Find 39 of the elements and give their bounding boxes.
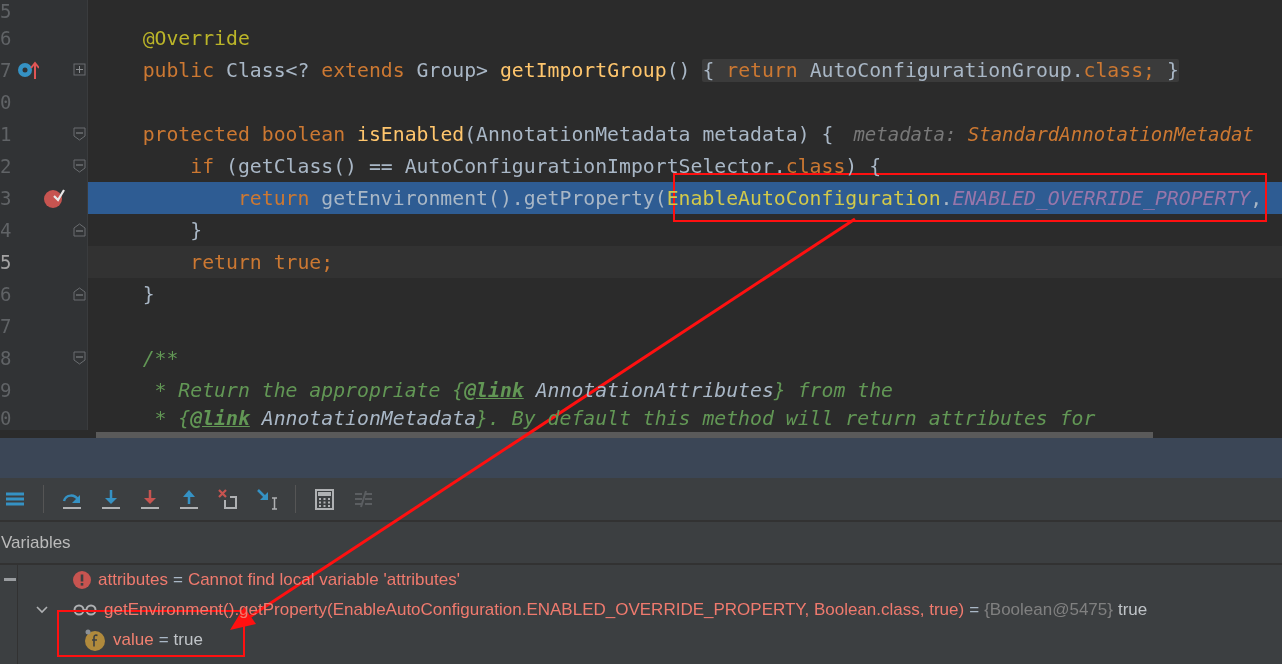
line-number: 5 — [0, 250, 13, 275]
fold-marker-icon[interactable] — [73, 223, 87, 237]
variable-name: value — [113, 630, 154, 650]
step-out-icon[interactable] — [178, 488, 200, 510]
error-icon — [73, 571, 91, 589]
equals-sign: = — [172, 570, 183, 590]
fold-marker-icon[interactable] — [73, 63, 87, 77]
fold-marker-icon[interactable] — [73, 159, 87, 173]
fold-marker-icon[interactable] — [73, 351, 87, 365]
code-text: public Class<? extends Group> getImportGroup() — [141, 58, 692, 82]
equals-sign: = — [158, 630, 169, 650]
fold-marker-icon[interactable] — [73, 127, 87, 141]
run-to-cursor-icon[interactable] — [256, 488, 278, 510]
variable-name: attributes — [98, 570, 168, 590]
equals-sign: = — [969, 600, 980, 620]
fold-marker-icon[interactable] — [73, 287, 87, 301]
code-text: protected boolean isEnabled(AnnotationMetadata metadata) { — [141, 122, 834, 146]
panel-title: Variables — [0, 532, 71, 553]
code-text: return true; — [189, 250, 334, 274]
field-icon — [84, 629, 106, 651]
drop-frame-icon[interactable] — [217, 488, 239, 510]
horizontal-scrollbar[interactable] — [96, 432, 1153, 438]
calculator-icon[interactable] — [313, 488, 335, 510]
breakpoint-icon[interactable] — [42, 187, 65, 209]
object-id: {Boolean@5475} — [984, 600, 1113, 620]
code-text: } — [189, 218, 203, 242]
step-into-icon[interactable] — [100, 488, 122, 510]
collapse-icon[interactable] — [4, 578, 16, 582]
variable-value: true — [1117, 600, 1148, 620]
override-icon — [16, 60, 39, 80]
code-text: /** — [141, 346, 179, 370]
glasses-icon — [73, 603, 97, 617]
code-text: } — [141, 282, 155, 306]
inlay-hint: metadata: StandardAnnotationMetadat — [853, 123, 1254, 145]
folded-code[interactable]: { return AutoConfigurationGroup.class; } — [702, 58, 1179, 82]
code-text: if (getClass() == AutoConfigurationImportSelector.class) { — [189, 154, 882, 178]
force-step-into-icon[interactable] — [139, 488, 161, 510]
variable-value: true — [173, 630, 203, 650]
code-text: @Override — [141, 26, 250, 50]
